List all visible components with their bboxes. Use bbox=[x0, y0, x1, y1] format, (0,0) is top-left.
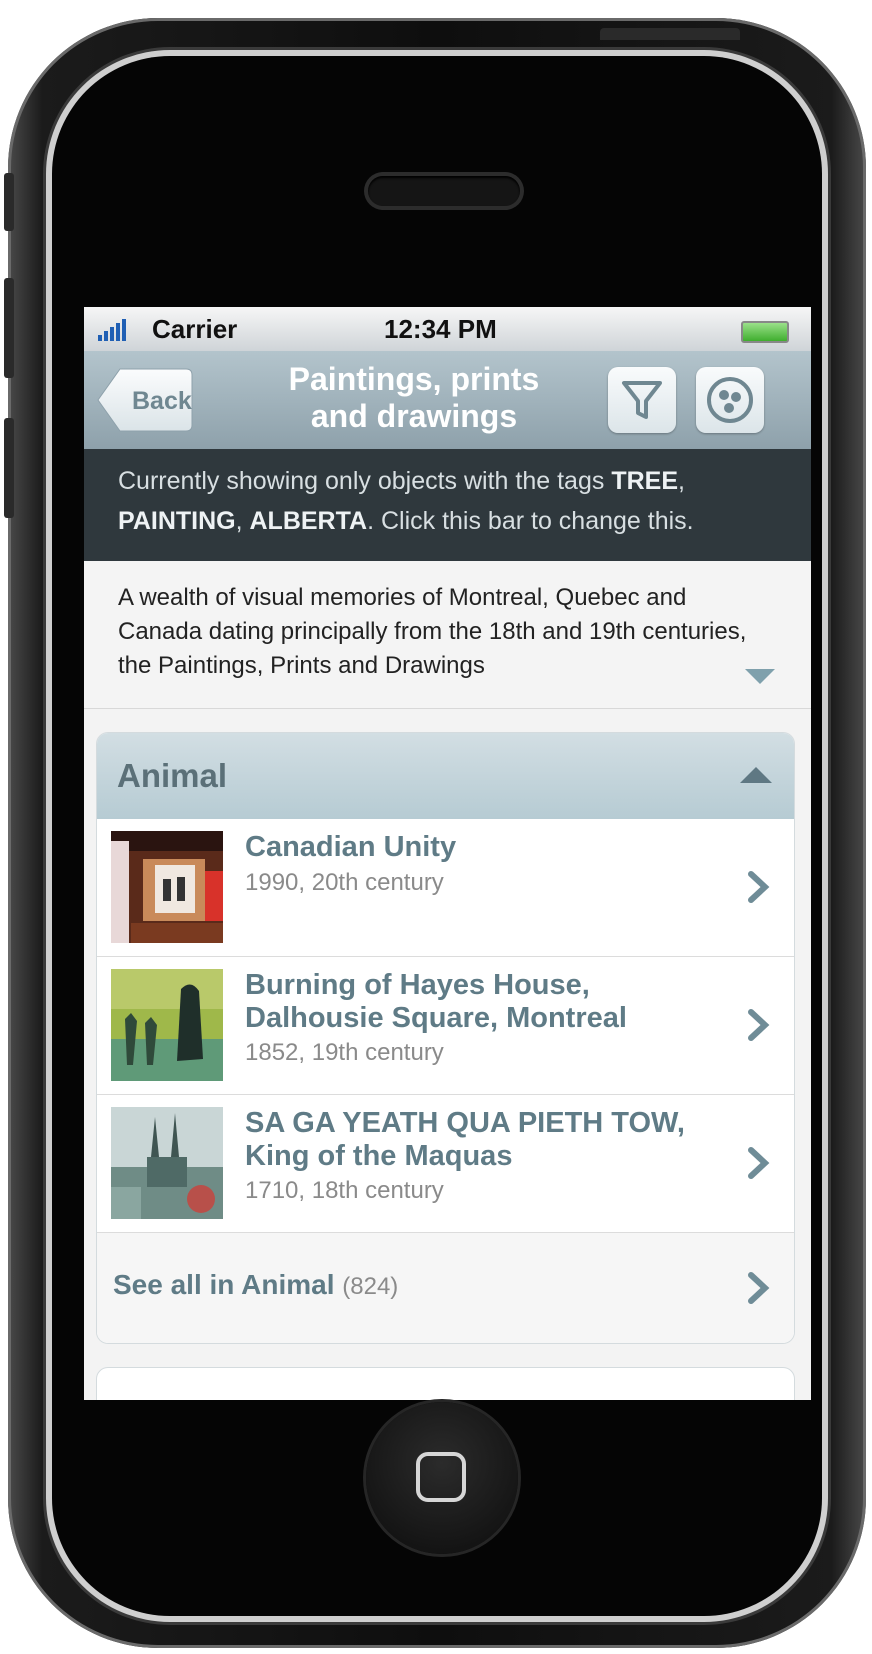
page-title: Paintings, prints and drawings bbox=[254, 361, 574, 435]
circle-dots-icon bbox=[696, 377, 764, 437]
item-date: 1852, 19th century bbox=[245, 1039, 444, 1066]
filter-tag-separator: , bbox=[235, 507, 250, 535]
collapse-arrow-icon[interactable] bbox=[740, 767, 772, 783]
section-title: Animal bbox=[117, 757, 228, 794]
home-square-icon bbox=[416, 1452, 466, 1502]
carrier-label: Carrier bbox=[152, 314, 238, 344]
next-section-card bbox=[96, 1367, 795, 1400]
item-date: 1710, 18th century bbox=[245, 1177, 444, 1204]
filter-icon bbox=[608, 381, 676, 437]
app-screen: Carrier 12:34 PM Back Paintings, prints … bbox=[84, 307, 811, 1400]
filter-button[interactable] bbox=[608, 367, 676, 433]
item-date: 1990, 20th century bbox=[245, 869, 444, 896]
section-card: Animal Canadian Unity 1990, 20th century… bbox=[96, 732, 795, 1344]
section-header[interactable]: Animal bbox=[97, 733, 794, 819]
chevron-right-icon bbox=[748, 871, 770, 903]
see-all-link[interactable]: See all in Animal (824) bbox=[97, 1233, 794, 1343]
filter-tag-alberta: ALBERTA bbox=[249, 507, 368, 535]
back-label: Back bbox=[132, 387, 192, 415]
thumbnail-image bbox=[111, 831, 223, 943]
volume-down-button bbox=[4, 418, 14, 518]
list-item[interactable]: Burning of Hayes House, Dalhousie Square… bbox=[97, 957, 794, 1095]
filter-bar-prefix: Currently showing only objects with the … bbox=[118, 467, 612, 495]
see-all-text: See all in Animal bbox=[113, 1269, 335, 1300]
collection-description[interactable]: A wealth of visual memories of Montreal,… bbox=[84, 561, 811, 709]
home-button[interactable] bbox=[366, 1402, 518, 1554]
thumbnail-image bbox=[111, 1107, 223, 1219]
list-item[interactable]: Canadian Unity 1990, 20th century bbox=[97, 819, 794, 957]
page-title-line1: Paintings, prints bbox=[288, 361, 540, 397]
battery-icon bbox=[741, 321, 789, 343]
filter-tag-separator: , bbox=[678, 467, 685, 495]
item-title: SA GA YEATH QUA PIETH TOW, King of the M… bbox=[245, 1107, 685, 1172]
item-title: Canadian Unity bbox=[245, 831, 457, 863]
mute-switch bbox=[4, 173, 14, 231]
see-all-label: See all in Animal (824) bbox=[113, 1269, 398, 1301]
list-item[interactable]: SA GA YEATH QUA PIETH TOW, King of the M… bbox=[97, 1095, 794, 1233]
filter-tag-painting: PAINTING bbox=[118, 507, 236, 535]
back-button[interactable]: Back bbox=[96, 367, 194, 433]
signal-icon bbox=[98, 319, 126, 341]
expand-arrow-icon[interactable] bbox=[745, 669, 775, 684]
thumbnail-image bbox=[111, 969, 223, 1081]
status-bar: Carrier 12:34 PM bbox=[84, 307, 811, 351]
earpiece-speaker bbox=[368, 176, 520, 206]
chevron-right-icon bbox=[748, 1272, 770, 1304]
filter-bar-suffix: . Click this bar to change this. bbox=[367, 507, 694, 535]
description-text: A wealth of visual memories of Montreal,… bbox=[118, 584, 747, 679]
chevron-right-icon bbox=[748, 1147, 770, 1179]
tag-filter-bar[interactable]: Currently showing only objects with the … bbox=[84, 449, 811, 561]
share-button[interactable] bbox=[696, 367, 764, 433]
page-title-line2: and drawings bbox=[310, 398, 518, 434]
sleep-button bbox=[600, 28, 740, 40]
filter-tag-tree: TREE bbox=[611, 467, 678, 495]
volume-up-button bbox=[4, 278, 14, 378]
navigation-bar: Back Paintings, prints and drawings bbox=[84, 351, 811, 449]
status-time: 12:34 PM bbox=[384, 314, 497, 344]
chevron-right-icon bbox=[748, 1009, 770, 1041]
see-all-count: (824) bbox=[342, 1273, 399, 1300]
item-title: Burning of Hayes House, Dalhousie Square… bbox=[245, 969, 627, 1034]
